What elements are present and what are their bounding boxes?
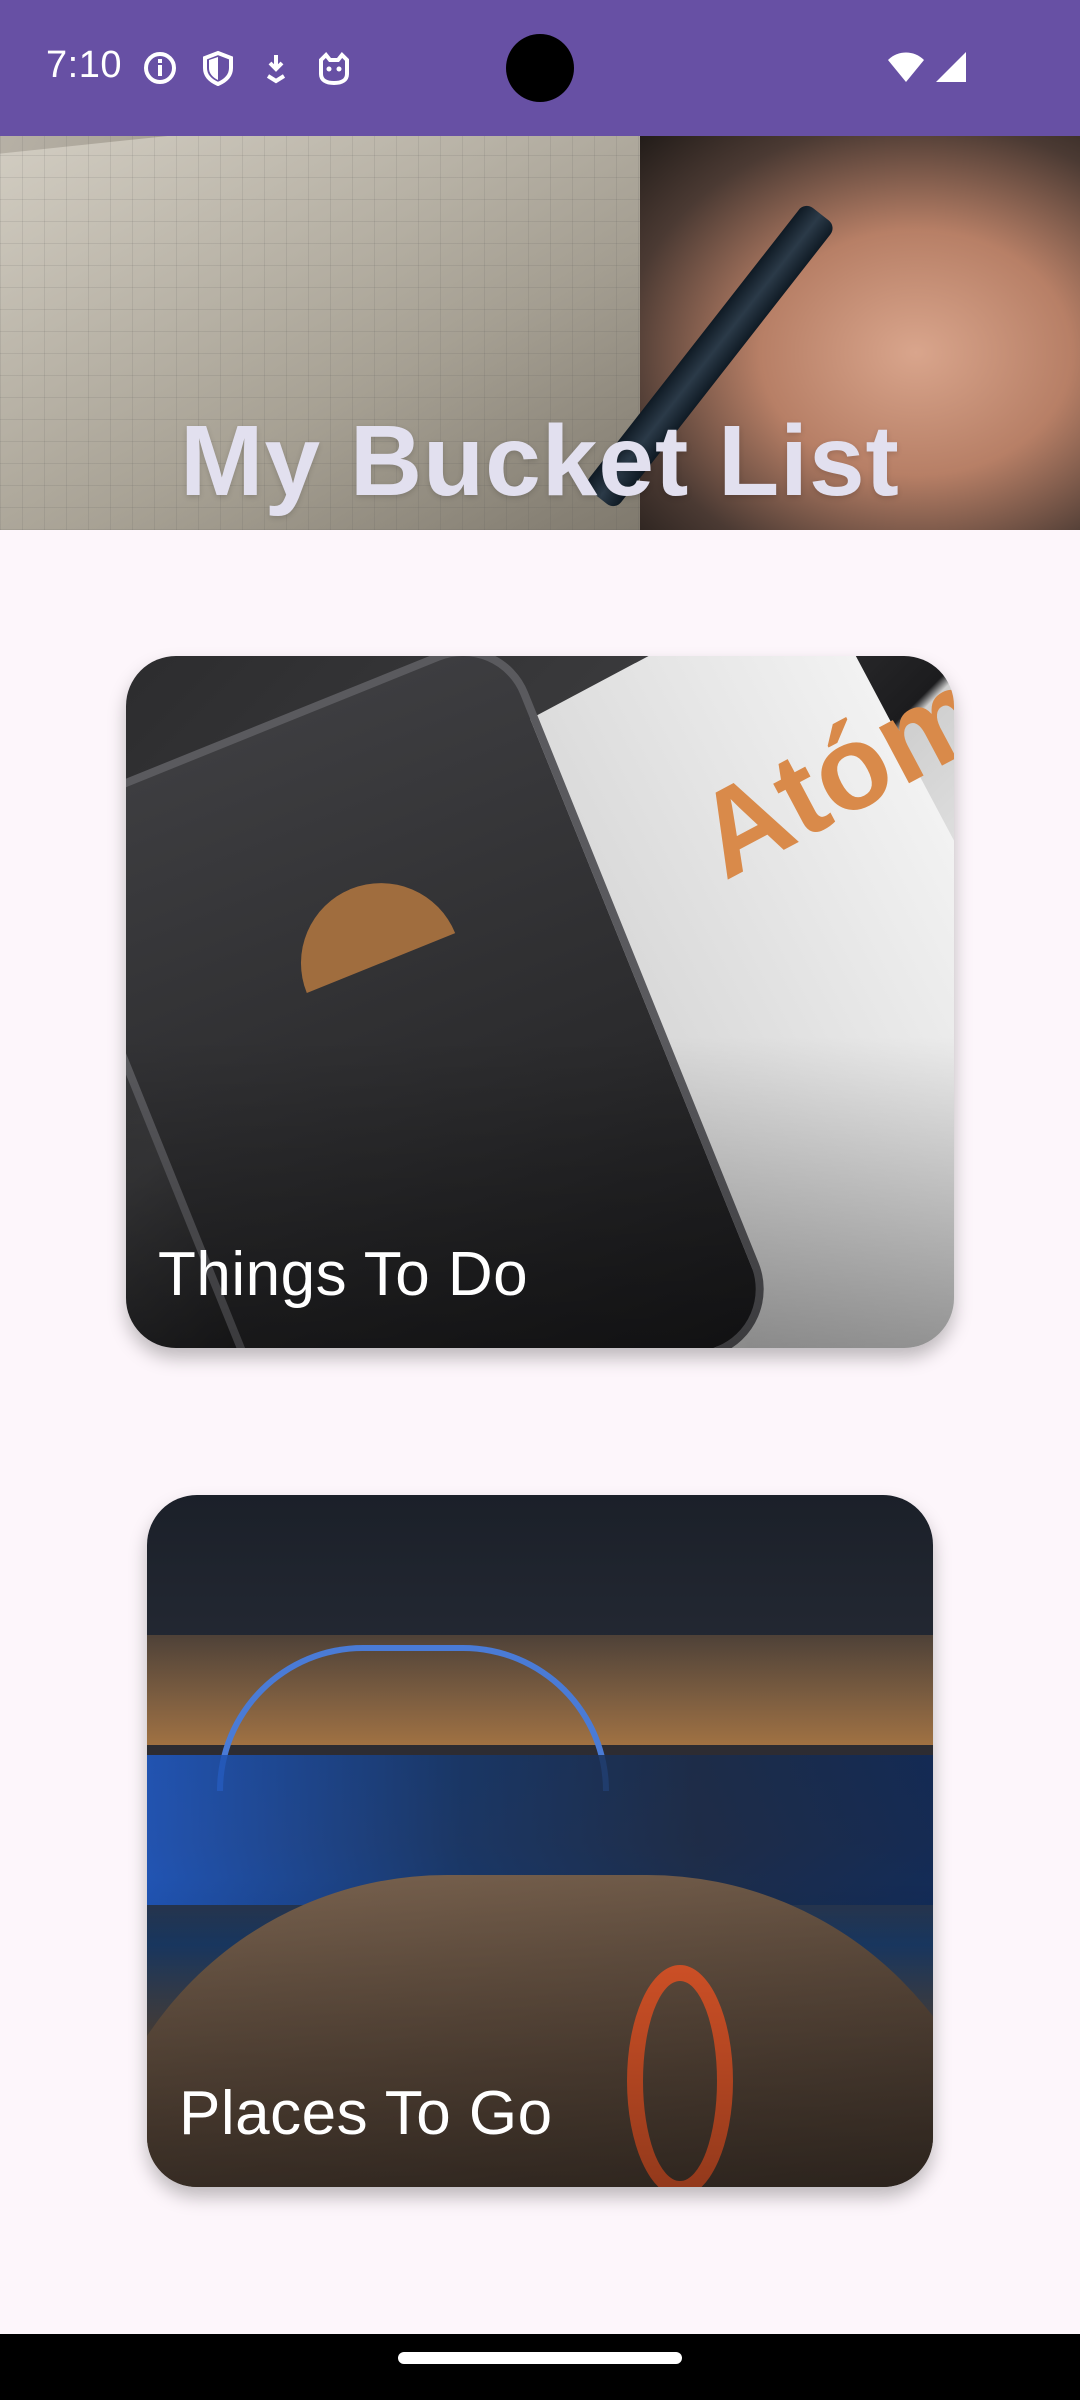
camera-cutout bbox=[506, 34, 574, 102]
status-time: 7:10 bbox=[46, 44, 122, 86]
status-icons-left bbox=[142, 50, 352, 87]
signal-icon bbox=[932, 50, 968, 91]
wifi-icon bbox=[886, 50, 926, 91]
things-to-do-card[interactable]: Atómi Things To Do bbox=[126, 656, 954, 1348]
places-to-go-card[interactable]: Places To Go bbox=[147, 1495, 933, 2187]
cat-icon bbox=[316, 50, 352, 86]
shield-icon bbox=[200, 50, 236, 87]
home-indicator[interactable] bbox=[398, 2352, 682, 2364]
status-bar: 7:10 bbox=[0, 0, 1080, 136]
app-screen: 7:10 My Bucket List Things To Do Places … bbox=[0, 0, 1080, 2400]
places-to-go-label: Places To Go bbox=[179, 2079, 553, 2148]
download-icon bbox=[258, 50, 294, 86]
page-title: My Bucket List bbox=[180, 405, 900, 517]
info-icon bbox=[142, 50, 178, 86]
status-icons-right bbox=[886, 50, 968, 91]
navigation-bar bbox=[0, 2334, 1080, 2400]
things-to-do-label: Things To Do bbox=[158, 1240, 529, 1309]
